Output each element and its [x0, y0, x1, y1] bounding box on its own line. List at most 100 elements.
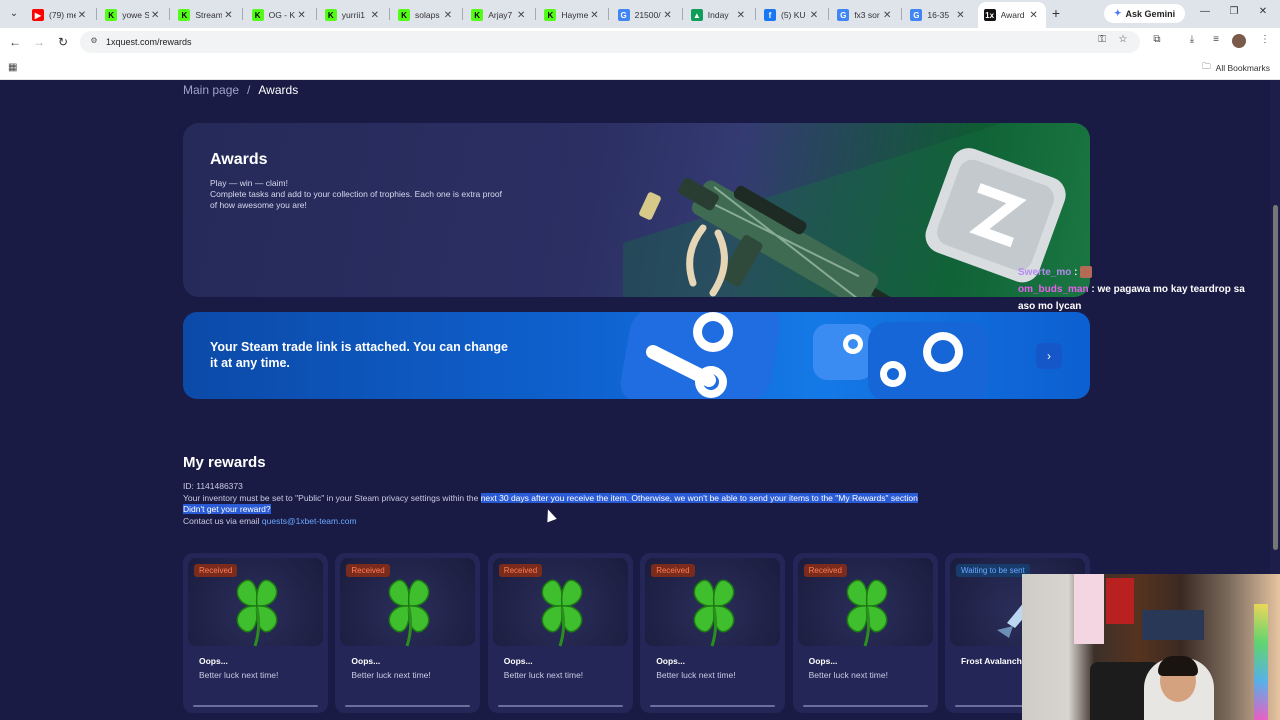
- address-bar[interactable]: ⚙ 1xquest.com/rewards: [80, 31, 1140, 53]
- browser-tab[interactable]: G 21500/✕: [612, 4, 680, 26]
- ask-gemini-label: Ask Gemini: [1125, 8, 1176, 19]
- apps-grid-icon[interactable]: ▦: [8, 62, 17, 73]
- tab-close-icon[interactable]: ✕: [808, 10, 820, 21]
- chat-avatar: [1080, 266, 1093, 279]
- tab-separator: [169, 8, 171, 20]
- reward-card[interactable]: Received Oops... Better luck next time!: [792, 553, 938, 713]
- all-bookmarks-button[interactable]: 🗀 All Bookmarks: [1202, 61, 1270, 75]
- tab-title: 21500/: [634, 10, 661, 20]
- extensions-icon[interactable]: ⧉: [1149, 34, 1165, 45]
- browser-tab[interactable]: K Stream ✕: [172, 4, 240, 26]
- streamer-webcam-overlay: [1022, 574, 1280, 720]
- tab-title: Award: [1000, 10, 1025, 20]
- browser-tab[interactable]: ▶ (79) me ✕: [26, 4, 94, 26]
- tab-close-icon[interactable]: ✕: [369, 10, 381, 21]
- tab-close-icon[interactable]: ✕: [735, 10, 747, 21]
- tab-close-icon[interactable]: ✕: [954, 10, 966, 21]
- rgb-light: [1254, 604, 1268, 720]
- tab-close-icon[interactable]: ✕: [222, 10, 234, 21]
- browser-tab[interactable]: K Hayme ✕: [538, 4, 606, 26]
- tab-favicon-icon: K: [471, 9, 484, 21]
- user-id-text: ID: 1141486373: [183, 481, 243, 491]
- reward-card[interactable]: Received Oops... Better luck next time!: [640, 553, 786, 713]
- tab-close-icon[interactable]: ✕: [1028, 10, 1040, 21]
- tab-title: (5) KU: [781, 10, 806, 20]
- tab-favicon-icon: G: [617, 9, 630, 21]
- chevron-right-icon[interactable]: ›: [1036, 343, 1062, 369]
- tab-close-icon[interactable]: ✕: [149, 10, 161, 21]
- tab-separator: [315, 8, 317, 20]
- reward-title: Oops...: [351, 656, 381, 666]
- close-window-icon[interactable]: ✕: [1255, 6, 1271, 17]
- browser-tab[interactable]: K OG - K ✕: [246, 4, 314, 26]
- contact-text: Contact us via email: [183, 515, 262, 526]
- steam-trade-link-banner[interactable]: Your Steam trade link is attached. You c…: [183, 312, 1090, 399]
- browser-tab[interactable]: K Arjay7 ✕: [465, 4, 533, 26]
- streamer-hair: [1158, 656, 1198, 676]
- reward-card[interactable]: Received Oops... Better luck next time!: [487, 553, 633, 713]
- support-email-link[interactable]: quests@1xbet-team.com: [262, 516, 357, 526]
- awards-hero-banner: Awards Play — win — claim! Complete task…: [183, 123, 1090, 297]
- tab-close-icon[interactable]: ✕: [442, 10, 454, 21]
- browser-tab[interactable]: G 16-35 ✕: [904, 4, 972, 26]
- browser-tab[interactable]: Kyowe S ✕: [99, 4, 167, 26]
- four-leaf-clover-icon: [236, 579, 278, 647]
- download-icon[interactable]: ⤓: [1184, 34, 1200, 45]
- tab-separator: [681, 8, 683, 20]
- back-icon[interactable]: ←: [7, 34, 23, 50]
- reward-card[interactable]: Received Oops... Better luck next time!: [183, 553, 328, 713]
- browser-tab[interactable]: Kyurrii1 ✕: [319, 4, 387, 26]
- url-text: 1xquest.com/rewards: [106, 37, 192, 47]
- reward-card-bar: [345, 705, 471, 707]
- profile-avatar[interactable]: [1232, 34, 1246, 48]
- scrollbar-thumb[interactable]: [1273, 205, 1278, 550]
- ask-gemini-button[interactable]: ✦ Ask Gemini: [1104, 4, 1186, 23]
- breadcrumb-current: Awards: [258, 83, 299, 97]
- menu-icon[interactable]: ⋮: [1257, 34, 1273, 45]
- tab-close-icon[interactable]: ✕: [881, 10, 893, 21]
- tab-title: 16-35: [927, 10, 950, 20]
- tab-favicon-icon: K: [398, 9, 410, 21]
- browser-tab[interactable]: Ksolaps ✕: [392, 4, 460, 26]
- four-leaf-clover-icon: [693, 579, 735, 647]
- forward-icon[interactable]: →: [31, 34, 47, 50]
- reward-card[interactable]: Received Oops... Better luck next time!: [335, 553, 481, 713]
- tab-separator: [242, 8, 244, 20]
- chat-line: aso mo lycan: [1018, 298, 1245, 315]
- browser-tab[interactable]: ▲ Inday ✕: [685, 4, 753, 26]
- site-info-icon[interactable]: ⚙: [88, 36, 100, 48]
- my-rewards-heading: My rewards: [183, 454, 266, 471]
- tab-close-icon[interactable]: ✕: [588, 10, 600, 21]
- tab-favicon-icon: 1x: [983, 9, 996, 21]
- tab-close-icon[interactable]: ✕: [296, 10, 308, 21]
- inventory-notice-highlight: next 30 days after you receive the item.…: [480, 492, 918, 503]
- didnt-get-reward-text: Didn't get your reward?: [183, 504, 271, 514]
- media-control-icon[interactable]: ≡: [1208, 34, 1224, 45]
- tab-title: fx3 sor: [854, 10, 880, 20]
- reward-subtitle: Better luck next time!: [503, 670, 584, 680]
- wall-poster: [1142, 610, 1204, 640]
- bookmark-star-icon[interactable]: ☆: [1115, 34, 1131, 45]
- restore-icon[interactable]: ❐: [1226, 6, 1242, 17]
- bookmarks-bar: ▦ 🗀 All Bookmarks: [0, 56, 1280, 80]
- inventory-notice: Your inventory must be set to "Public" i…: [183, 492, 918, 505]
- reward-image: Received: [797, 558, 933, 647]
- tab-separator: [608, 8, 610, 20]
- tab-close-icon[interactable]: ✕: [76, 10, 88, 21]
- browser-tab[interactable]: f (5) KU ✕: [758, 4, 826, 26]
- tab-close-icon[interactable]: ✕: [515, 10, 527, 21]
- minimize-icon[interactable]: —: [1197, 6, 1213, 17]
- breadcrumb-home-link[interactable]: Main page: [183, 83, 239, 97]
- reward-title: Oops...: [199, 656, 228, 666]
- folder-icon: 🗀: [1202, 61, 1211, 71]
- password-key-icon[interactable]: ⚿: [1094, 34, 1110, 45]
- tab-close-icon[interactable]: ✕: [662, 10, 674, 21]
- reward-status-badge: Received: [498, 564, 543, 577]
- browser-tab[interactable]: 1x Award ✕: [977, 2, 1046, 28]
- new-tab-button[interactable]: +: [1048, 5, 1064, 21]
- tab-search-icon[interactable]: ⌄: [6, 6, 22, 22]
- tab-favicon-icon: K: [544, 9, 557, 21]
- tab-favicon-icon: K: [105, 9, 118, 21]
- browser-tab[interactable]: Gfx3 sor ✕: [831, 4, 899, 26]
- reload-icon[interactable]: ↻: [55, 34, 71, 50]
